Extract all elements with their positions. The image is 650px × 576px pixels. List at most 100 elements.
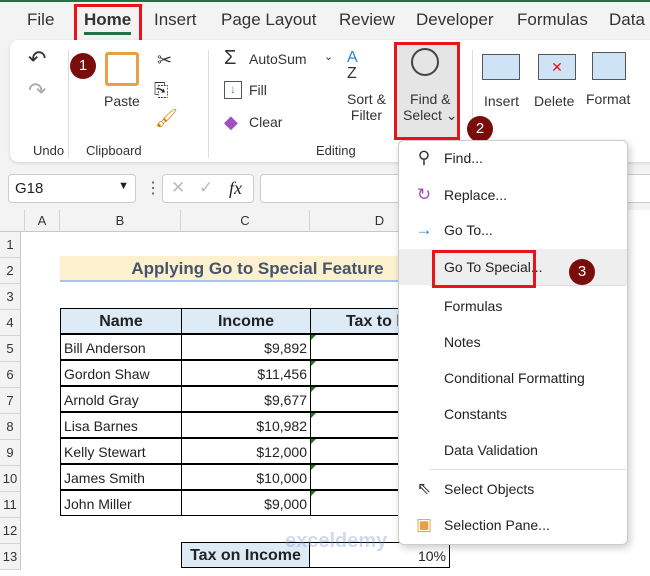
fill-icon: ↓: [224, 81, 242, 99]
menu-item[interactable]: Data Validation: [399, 433, 627, 467]
autosum-button[interactable]: AutoSum: [249, 51, 307, 67]
row-header[interactable]: 13: [0, 544, 21, 570]
name-box[interactable]: G18 ▼: [8, 174, 136, 203]
tab-data[interactable]: Data: [609, 10, 645, 30]
highlight-find-select: [394, 42, 460, 140]
arrow-right-icon: →: [415, 220, 433, 239]
row-header[interactable]: 7: [0, 388, 21, 414]
sheet-title: Applying Go to Special Feature: [60, 256, 398, 282]
name-cell[interactable]: Bill Anderson: [60, 334, 182, 360]
sigma-icon: Σ: [224, 47, 237, 69]
menu-item[interactable]: Formulas: [399, 289, 627, 323]
tab-file[interactable]: File: [27, 10, 54, 30]
income-cell[interactable]: $9,000: [181, 490, 311, 516]
col-header-c[interactable]: C: [181, 210, 310, 232]
sort-filter-button[interactable]: Sort & Filter: [347, 91, 386, 123]
menu-item-label: Replace...: [444, 187, 508, 203]
fill-button[interactable]: Fill: [249, 82, 267, 98]
tab-insert[interactable]: Insert: [154, 10, 197, 30]
menu-item-label: Conditional Formatting: [444, 370, 585, 386]
row-header[interactable]: 2: [0, 258, 21, 284]
sort-filter-icon: AZ: [347, 49, 358, 82]
name-cell[interactable]: James Smith: [60, 464, 182, 490]
tab-page-layout[interactable]: Page Layout: [221, 10, 316, 30]
row-header[interactable]: 1: [0, 232, 21, 258]
menu-item-label: Find...: [444, 150, 483, 166]
row-header[interactable]: 3: [0, 284, 21, 310]
income-cell[interactable]: $11,456: [181, 360, 311, 386]
group-clipboard: Clipboard: [86, 143, 142, 158]
more-icon[interactable]: ⋮: [145, 178, 161, 198]
col-header-b[interactable]: B: [60, 210, 181, 232]
menu-item-label: Select Objects: [444, 481, 535, 497]
name-cell[interactable]: John Miller: [60, 490, 182, 516]
error-indicator: [311, 335, 316, 340]
replace-icon: ↻: [416, 185, 432, 204]
title-accent: [0, 0, 650, 2]
name-cell[interactable]: Lisa Barnes: [60, 412, 182, 438]
income-cell[interactable]: $9,892: [181, 334, 311, 360]
row-header[interactable]: 10: [0, 466, 21, 492]
income-cell[interactable]: $10,982: [181, 412, 311, 438]
name-box-value: G18: [15, 180, 44, 197]
table-header: Income: [181, 308, 311, 334]
undo-icon[interactable]: ↶: [28, 46, 46, 72]
tab-developer[interactable]: Developer: [416, 10, 494, 30]
col-header-a[interactable]: A: [25, 210, 60, 232]
chevron-down-icon[interactable]: ▼: [118, 180, 129, 192]
row-header[interactable]: 6: [0, 362, 21, 388]
format-cells-icon: [592, 52, 626, 80]
copy-icon[interactable]: ⎘: [154, 80, 168, 101]
income-cell[interactable]: $12,000: [181, 438, 311, 464]
menu-item[interactable]: ↻ Replace...: [399, 178, 627, 212]
row-header[interactable]: 5: [0, 336, 21, 362]
enter-icon[interactable]: ✓: [199, 178, 213, 198]
paste-button[interactable]: Paste: [104, 93, 140, 109]
name-cell[interactable]: Kelly Stewart: [60, 438, 182, 464]
menu-item-label: Formulas: [444, 298, 503, 314]
filter-label: Filter: [350, 107, 383, 123]
tab-review[interactable]: Review: [339, 10, 395, 30]
insert-button[interactable]: Insert: [484, 93, 519, 109]
format-painter-icon[interactable]: 🖌: [155, 108, 178, 129]
cancel-icon[interactable]: ✕: [171, 178, 185, 198]
menu-item[interactable]: ⇖ Select Objects: [399, 472, 627, 506]
select-all[interactable]: [0, 210, 25, 232]
selection-pane-icon: ▣: [415, 515, 433, 534]
menu-item-label: Data Validation: [444, 442, 538, 458]
group-editing: Editing: [316, 143, 356, 158]
paste-icon[interactable]: [105, 52, 139, 86]
row-header[interactable]: 9: [0, 440, 21, 466]
name-cell[interactable]: Gordon Shaw: [60, 360, 182, 386]
chevron-down-icon[interactable]: ⌄: [324, 50, 333, 63]
menu-item[interactable]: Conditional Formatting: [399, 361, 627, 395]
row-header[interactable]: 11: [0, 492, 21, 518]
row-header[interactable]: 4: [0, 310, 21, 336]
group-undo: Undo: [33, 143, 65, 158]
fx-icon[interactable]: fx: [229, 178, 242, 199]
error-indicator: [311, 387, 316, 392]
menu-item[interactable]: ⚲ Find...: [399, 141, 627, 175]
error-indicator: [311, 465, 316, 470]
redo-icon[interactable]: ↷: [28, 78, 46, 104]
menu-item[interactable]: Notes: [399, 325, 627, 359]
format-button[interactable]: Format: [586, 91, 630, 107]
menu-item-label: Notes: [444, 334, 481, 350]
tab-formulas[interactable]: Formulas: [517, 10, 588, 30]
name-cell[interactable]: Arnold Gray: [60, 386, 182, 412]
sort-label: Sort &: [347, 91, 386, 107]
insert-cells-icon: [482, 54, 520, 80]
step-badge-1: 1: [70, 53, 96, 79]
row-header[interactable]: 8: [0, 414, 21, 440]
menu-item[interactable]: Constants: [399, 397, 627, 431]
menu-item-label: Selection Pane...: [444, 517, 550, 533]
income-cell[interactable]: $9,677: [181, 386, 311, 412]
cut-icon[interactable]: ✂: [157, 50, 172, 71]
menu-item-label: Go To...: [444, 222, 493, 238]
income-cell[interactable]: $10,000: [181, 464, 311, 490]
clear-button[interactable]: Clear: [249, 114, 282, 130]
delete-button[interactable]: Delete: [534, 93, 574, 109]
menu-item[interactable]: → Go To...: [399, 213, 627, 247]
menu-item[interactable]: ▣ Selection Pane...: [399, 508, 627, 542]
row-header[interactable]: 12: [0, 518, 21, 544]
